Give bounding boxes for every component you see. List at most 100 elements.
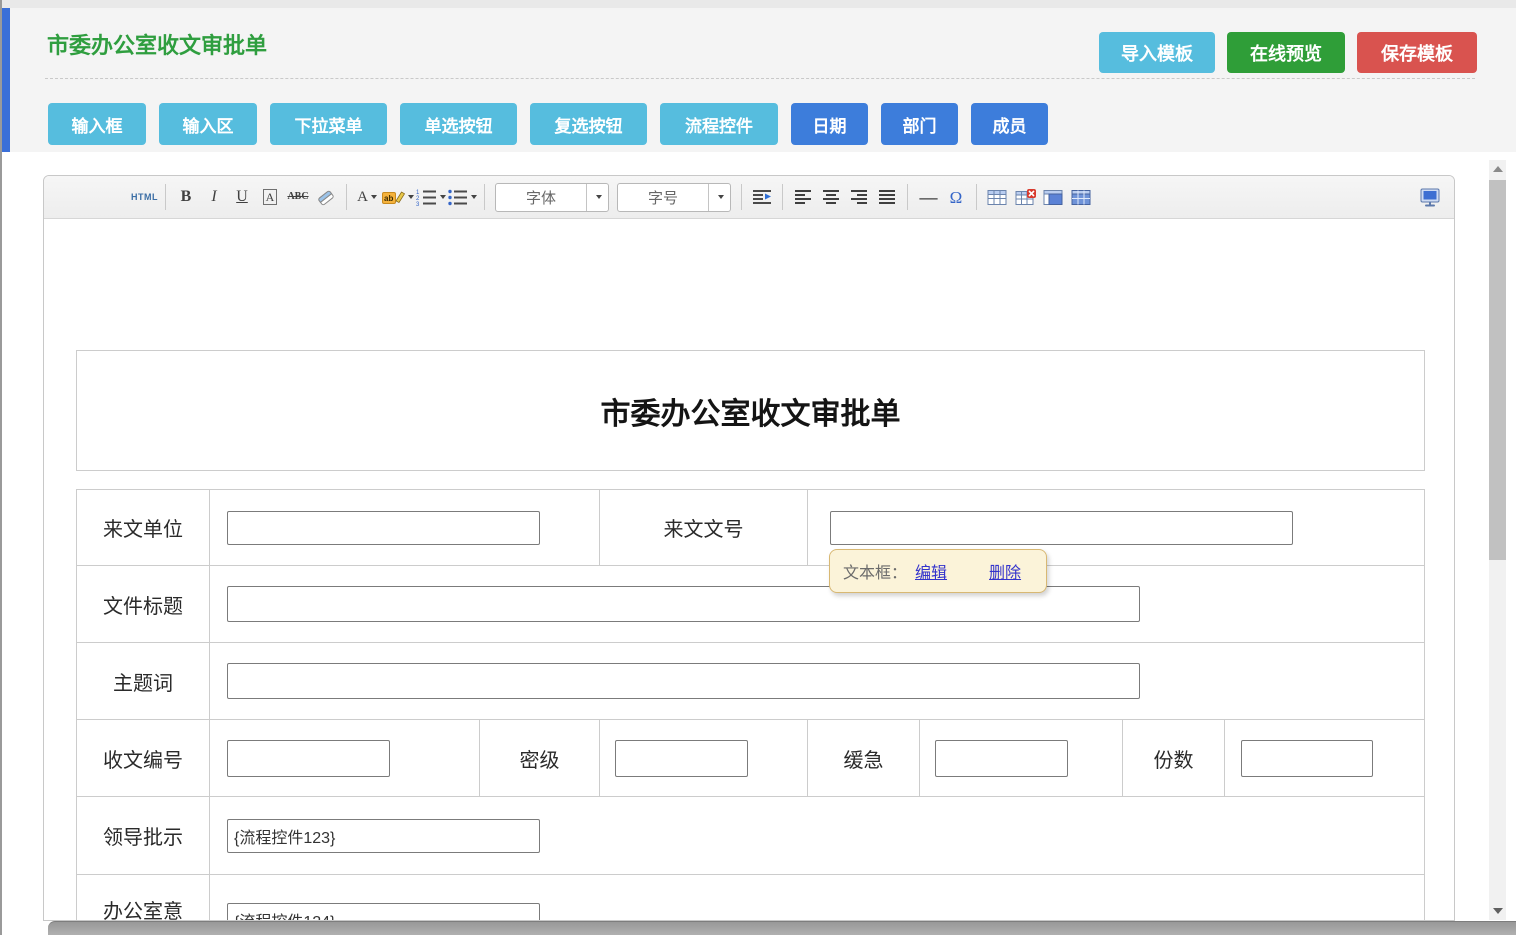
bold-button[interactable]: B	[173, 183, 199, 211]
underline-button[interactable]: U	[229, 183, 255, 211]
align-left-icon	[794, 189, 812, 206]
italic-button[interactable]: I	[201, 183, 227, 211]
align-justify-button[interactable]	[874, 183, 900, 211]
toolbar-separator	[741, 184, 742, 210]
chevron-down-icon	[718, 195, 724, 199]
office-opinion-input[interactable]	[227, 903, 540, 921]
import-template-button[interactable]: 导入模板	[1099, 32, 1215, 73]
vertical-scrollbar[interactable]	[1489, 160, 1506, 920]
widget-dropdown-menu-button[interactable]: 下拉菜单	[270, 103, 387, 145]
header-divider	[45, 78, 1475, 79]
table-cell	[599, 720, 807, 796]
toolbar-separator	[782, 184, 783, 210]
font-family-select[interactable]: 字体	[495, 183, 609, 212]
indent-button[interactable]	[749, 183, 775, 211]
tooltip-edit-link[interactable]: 编辑	[915, 559, 947, 583]
cell-properties-button[interactable]	[1040, 183, 1066, 211]
doc-number-input[interactable]	[830, 511, 1293, 545]
tooltip-delete-link[interactable]: 删除	[989, 559, 1021, 583]
table-cell	[209, 720, 479, 796]
font-color-button[interactable]: A	[354, 183, 380, 211]
table-cell	[209, 643, 1424, 719]
source-code-button[interactable]: HTML	[131, 183, 158, 211]
font-color-icon: A	[357, 190, 368, 205]
indent-icon	[752, 189, 772, 206]
toolbar-separator	[484, 184, 485, 210]
strikethrough-icon: ABC	[287, 192, 308, 202]
tooltip-prefix: 文本框：	[843, 559, 907, 583]
widget-department-button[interactable]: 部门	[881, 103, 958, 145]
align-left-button[interactable]	[790, 183, 816, 211]
receipt-number-label: 收文编号	[77, 720, 209, 796]
toolbar-separator	[907, 184, 908, 210]
bold-icon: B	[181, 189, 192, 205]
subject-input[interactable]	[227, 663, 1140, 699]
font-size-label: 字号	[618, 187, 708, 208]
unordered-list-button[interactable]	[448, 183, 477, 211]
urgency-label: 缓急	[807, 720, 919, 796]
font-size-select[interactable]: 字号	[617, 183, 731, 212]
chevron-down-icon	[371, 195, 377, 199]
align-center-icon	[822, 189, 840, 206]
table-cell	[1224, 720, 1424, 796]
delete-table-button[interactable]	[1012, 183, 1038, 211]
align-justify-icon	[878, 189, 896, 206]
widget-radio-button-button[interactable]: 单选按钮	[400, 103, 517, 145]
widget-date-button[interactable]: 日期	[791, 103, 868, 145]
table-properties-button[interactable]	[1068, 183, 1094, 211]
horizontal-rule-icon: —	[920, 188, 937, 206]
save-template-button[interactable]: 保存模板	[1357, 32, 1477, 73]
scrollbar-down-button[interactable]	[1489, 902, 1506, 920]
widget-input-box-button[interactable]: 输入框	[48, 103, 146, 145]
special-char-button[interactable]: Ω	[943, 183, 969, 211]
leader-note-input[interactable]	[227, 819, 540, 853]
font-family-arrow[interactable]	[586, 184, 608, 211]
table-cell	[209, 797, 1424, 874]
delete-table-icon	[1015, 189, 1036, 206]
remove-format-button[interactable]	[313, 183, 339, 211]
align-right-button[interactable]	[846, 183, 872, 211]
widget-tooltip: 文本框： 编辑 删除	[829, 549, 1047, 593]
widget-input-area-button[interactable]: 输入区	[159, 103, 257, 145]
online-preview-button[interactable]: 在线预览	[1227, 32, 1345, 73]
leader-note-label: 领导批示	[77, 797, 209, 874]
scrollbar-up-button[interactable]	[1489, 160, 1506, 178]
monitor-icon	[1419, 188, 1441, 207]
copies-input[interactable]	[1241, 740, 1373, 777]
secrecy-input[interactable]	[615, 740, 748, 777]
header: 市委办公室收文审批单 导入模板 在线预览 保存模板 输入框 输入区 下拉菜单 单…	[2, 8, 1516, 152]
horizontal-rule-button[interactable]: —	[915, 183, 941, 211]
scrollbar-thumb[interactable]	[1489, 180, 1506, 560]
font-size-arrow[interactable]	[708, 184, 730, 211]
editor-canvas[interactable]: 市委办公室收文审批单 来文单位 来文文号 文件标题	[44, 220, 1454, 920]
receipt-number-input[interactable]	[227, 740, 390, 777]
font-family-label: 字体	[496, 187, 586, 208]
chevron-down-icon	[440, 195, 446, 199]
align-center-button[interactable]	[818, 183, 844, 211]
strikethrough-button[interactable]: ABC	[285, 183, 311, 211]
window-bottom-bar	[48, 921, 1516, 935]
widget-flow-control-button[interactable]: 流程控件	[660, 103, 778, 145]
table-cell	[209, 566, 1424, 642]
widget-member-button[interactable]: 成员	[971, 103, 1048, 145]
table-row: 文件标题	[77, 565, 1424, 642]
source-code-icon: HTML	[131, 192, 158, 202]
table-row: 主题词	[77, 642, 1424, 719]
urgency-input[interactable]	[935, 740, 1068, 777]
arrow-down-icon	[1493, 908, 1503, 914]
source-unit-label: 来文单位	[77, 490, 209, 565]
doc-number-label: 来文文号	[599, 490, 807, 565]
insert-table-button[interactable]	[984, 183, 1010, 211]
highlight-color-button[interactable]: ab	[382, 183, 414, 211]
table-row: 收文编号 密级 缓急 份数	[77, 719, 1424, 796]
document-title-block: 市委办公室收文审批单	[76, 350, 1425, 471]
ordered-list-button[interactable]: 1 2 3	[416, 183, 446, 211]
fullscreen-button[interactable]	[1417, 183, 1443, 211]
left-blue-strip	[2, 8, 10, 152]
document-form-table: 来文单位 来文文号 文件标题	[76, 489, 1425, 921]
source-unit-input[interactable]	[227, 511, 540, 545]
widget-checkbox-button[interactable]: 复选按钮	[530, 103, 647, 145]
highlight-icon: ab	[382, 189, 405, 205]
char-border-button[interactable]: A	[257, 183, 283, 211]
toolbar-separator	[346, 184, 347, 210]
